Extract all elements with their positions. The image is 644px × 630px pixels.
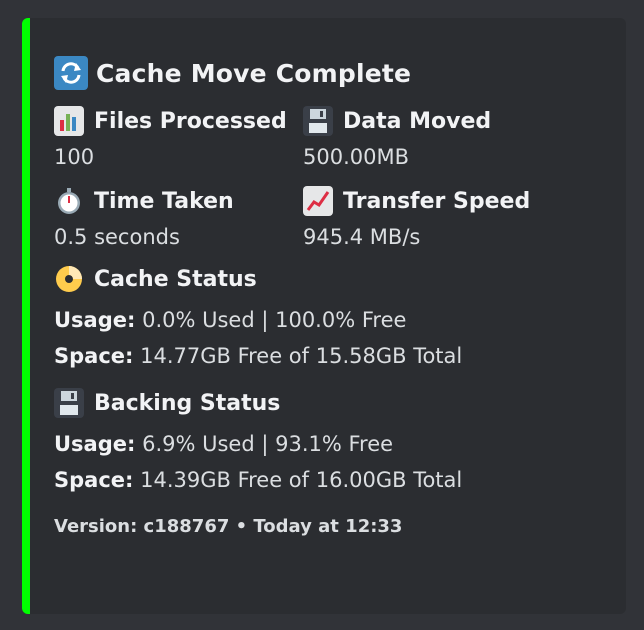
refresh-icon xyxy=(54,56,88,90)
section-title: Cache Status xyxy=(94,266,257,292)
usage-value: 0.0% Used | 100.0% Free xyxy=(135,308,407,332)
space-value: 14.39GB Free of 16.00GB Total xyxy=(133,468,463,492)
cd-disc-icon xyxy=(54,264,84,294)
field-value: 0.5 seconds xyxy=(54,225,180,249)
space-label: Space: xyxy=(54,468,134,492)
section-title: Backing Status xyxy=(94,390,281,416)
cache-space-line: Space: 14.77GB Free of 15.58GB Total xyxy=(54,338,606,374)
embed-title: Cache Move Complete xyxy=(54,56,606,90)
embed-title-text: Cache Move Complete xyxy=(96,58,412,88)
field-name: Time Taken xyxy=(94,188,234,214)
cache-usage-line: Usage: 0.0% Used | 100.0% Free xyxy=(54,302,606,338)
field-files-processed: Files Processed 100 xyxy=(54,104,303,170)
field-transfer-speed: Transfer Speed 945.4 MB/s xyxy=(303,184,563,250)
field-value: 500.00MB xyxy=(303,145,410,169)
space-label: Space: xyxy=(54,344,134,368)
stopwatch-icon xyxy=(54,186,84,216)
stats-grid: Files Processed 100 Data Moved 500.00MB xyxy=(54,104,606,250)
bar-chart-icon xyxy=(54,106,84,136)
field-value: 100 xyxy=(54,145,95,169)
cache-status-section: Cache Status Usage: 0.0% Used | 100.0% F… xyxy=(54,262,606,374)
field-name: Files Processed xyxy=(94,108,287,134)
backing-status-section: Backing Status Usage: 6.9% Used | 93.1% … xyxy=(54,386,606,498)
floppy-disk-icon xyxy=(303,106,333,136)
field-data-moved: Data Moved 500.00MB xyxy=(303,104,563,170)
space-value: 14.77GB Free of 15.58GB Total xyxy=(133,344,463,368)
field-name: Transfer Speed xyxy=(343,188,531,214)
embed-card: Cache Move Complete Files Processed 100 xyxy=(22,18,626,614)
field-name: Data Moved xyxy=(343,108,492,134)
floppy-disk-icon xyxy=(54,388,84,418)
usage-label: Usage: xyxy=(54,432,136,456)
field-time-taken: Time Taken 0.5 seconds xyxy=(54,184,303,250)
field-value: 945.4 MB/s xyxy=(303,225,421,249)
trending-up-chart-icon xyxy=(303,186,333,216)
usage-value: 6.9% Used | 93.1% Free xyxy=(135,432,394,456)
embed-footer: Version: c188767 • Today at 12:33 xyxy=(54,516,403,537)
backing-space-line: Space: 14.39GB Free of 16.00GB Total xyxy=(54,462,606,498)
usage-label: Usage: xyxy=(54,308,136,332)
backing-usage-line: Usage: 6.9% Used | 93.1% Free xyxy=(54,426,606,462)
